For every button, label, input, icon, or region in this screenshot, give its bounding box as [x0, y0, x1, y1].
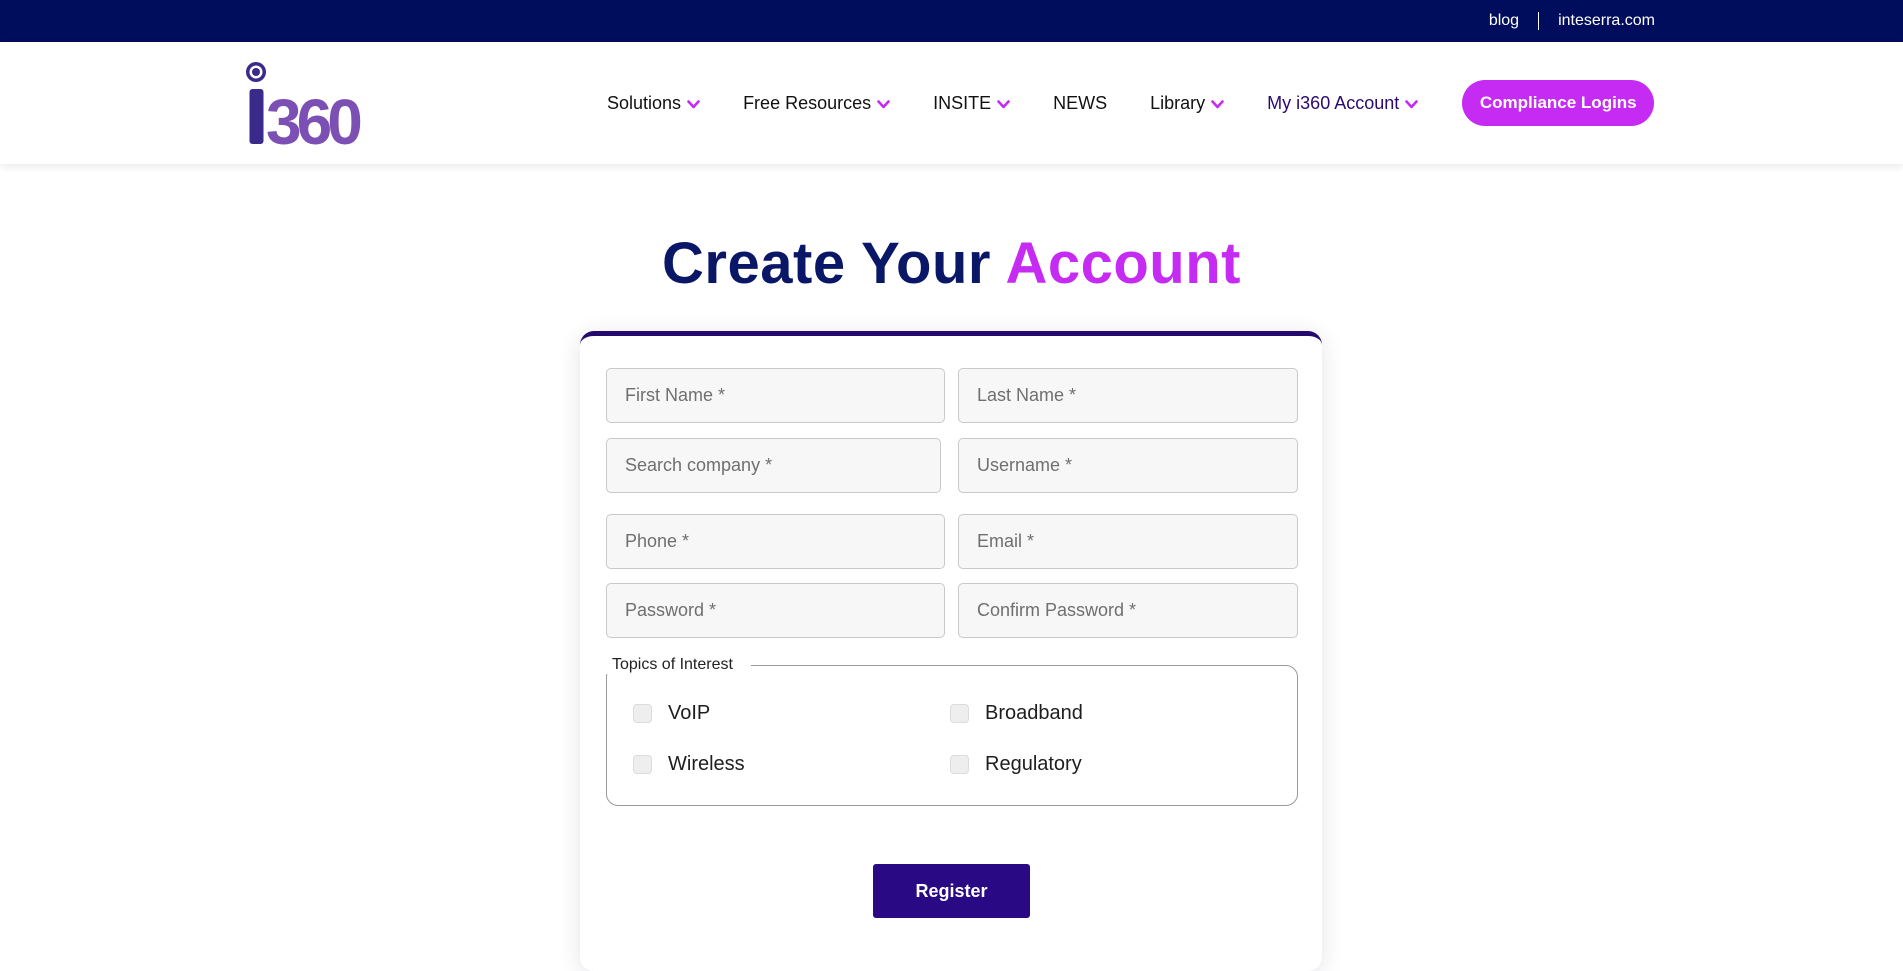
nav-insite-label: INSITE: [933, 92, 992, 113]
nav-free-resources-label: Free Resources: [743, 92, 872, 113]
checkbox-box[interactable]: [950, 704, 969, 723]
nav-free-resources[interactable]: Free Resources: [743, 93, 890, 114]
first-name-field[interactable]: [606, 368, 945, 423]
site-header: 360 Solutions Free Resources INSITE NEWS…: [0, 42, 1903, 164]
topic-broadband-label: Broadband: [985, 702, 1083, 724]
chevron-down-icon: [687, 100, 700, 109]
top-bar-links: blog inteserra.com: [1489, 0, 1655, 42]
nav-news-label: NEWS: [1053, 92, 1108, 113]
chevron-down-icon: [997, 100, 1010, 109]
checkbox-box[interactable]: [950, 755, 969, 774]
inteserra-link[interactable]: inteserra.com: [1558, 12, 1655, 30]
topic-voip-checkbox[interactable]: VoIP: [633, 702, 710, 725]
page-title-highlight: Account: [1005, 231, 1241, 296]
topic-voip-label: VoIP: [668, 702, 711, 724]
nav-insite[interactable]: INSITE: [933, 93, 1010, 114]
topic-broadband-checkbox[interactable]: Broadband: [950, 702, 1083, 725]
username-field[interactable]: [958, 438, 1298, 493]
nav-solutions[interactable]: Solutions: [607, 93, 700, 114]
compliance-logins-button[interactable]: Compliance Logins: [1462, 80, 1655, 126]
page-title-main: Create Your: [662, 231, 1006, 296]
register-button[interactable]: Register: [873, 864, 1030, 918]
topic-wireless-checkbox[interactable]: Wireless: [633, 753, 745, 776]
blog-link[interactable]: blog: [1489, 12, 1519, 30]
i360-logo[interactable]: 360: [246, 62, 386, 146]
nav-library[interactable]: Library: [1150, 93, 1224, 114]
chevron-down-icon: [877, 100, 890, 109]
last-name-field[interactable]: [958, 368, 1298, 423]
chevron-down-icon: [1211, 100, 1224, 109]
company-search-input[interactable]: [606, 438, 941, 493]
confirm-password-field[interactable]: [958, 583, 1298, 638]
checkbox-box[interactable]: [633, 755, 652, 774]
main-nav: Solutions Free Resources INSITE NEWS Lib…: [607, 42, 1655, 164]
phone-field[interactable]: [606, 514, 945, 569]
chevron-down-icon: [1405, 100, 1419, 109]
svg-text:360: 360: [266, 86, 360, 146]
topic-regulatory-checkbox[interactable]: Regulatory: [950, 753, 1082, 776]
email-field[interactable]: [958, 514, 1298, 569]
nav-my-account-label: My i360 Account: [1267, 92, 1400, 113]
nav-solutions-label: Solutions: [607, 92, 682, 113]
topic-wireless-label: Wireless: [668, 753, 745, 775]
nav-library-label: Library: [1150, 92, 1206, 113]
checkbox-box[interactable]: [633, 704, 652, 723]
page-title: Create Your Account: [0, 230, 1903, 297]
topic-regulatory-label: Regulatory: [985, 753, 1082, 775]
password-field[interactable]: [606, 583, 945, 638]
topics-fieldset: [606, 665, 1298, 806]
nav-my-account[interactable]: My i360 Account: [1267, 92, 1419, 114]
top-bar: blog inteserra.com: [0, 0, 1903, 42]
top-bar-divider: [1538, 12, 1540, 30]
nav-news[interactable]: NEWS: [1053, 93, 1107, 114]
topics-legend: Topics of Interest: [606, 656, 751, 674]
